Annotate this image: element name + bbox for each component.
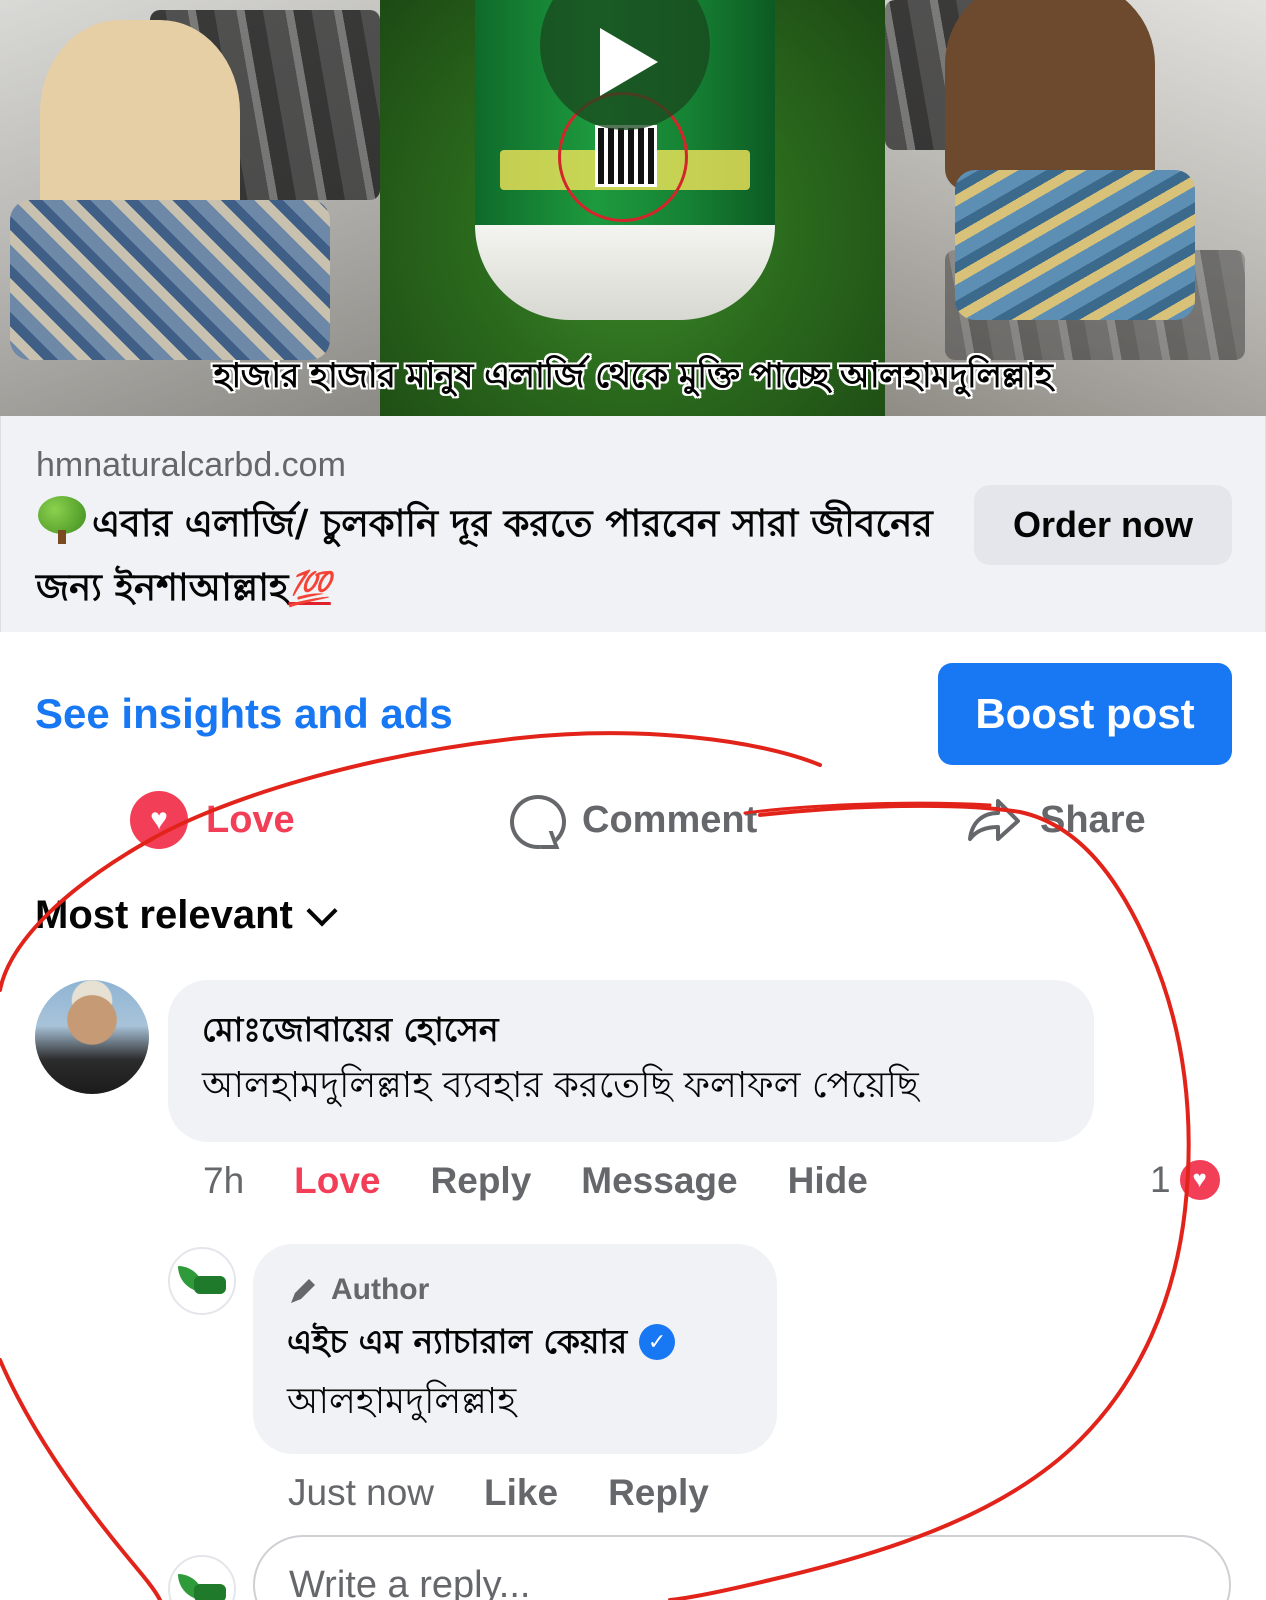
reply-text: আলহামদুলিল্লাহ (287, 1381, 517, 1422)
link-title: এবার এলার্জি/ চুলকানি দূর করতে পারবেন সা… (36, 492, 936, 621)
comment-timestamp[interactable]: 7h (203, 1160, 244, 1202)
share-arrow-icon (968, 799, 1020, 841)
comment-actions: 7h Love Reply Message Hide (203, 1160, 918, 1202)
author-badge: Author (287, 1268, 743, 1312)
post-video-thumbnail[interactable]: হাজার হাজার মানুষ এলার্জি থেকে মুক্তি পা… (0, 0, 1266, 416)
reply-actions: Just now Like Reply (288, 1472, 759, 1514)
heart-icon: ♥ (1176, 1157, 1223, 1203)
leaf-logo-icon (178, 1266, 226, 1296)
hundred-points-icon: 💯 (288, 569, 331, 609)
share-label: Share (1040, 798, 1146, 841)
comment-message-button[interactable]: Message (581, 1160, 737, 1202)
heart-icon: ♥ (130, 791, 188, 849)
comment-love-button[interactable]: Love (294, 1160, 380, 1202)
play-icon (600, 28, 658, 96)
comment-text: আলহামদুলিল্লাহ ব্যবহার করতেছি ফলাফল পেয়… (202, 1065, 919, 1106)
reply-bubble: Author এইচ এম ন্যাচারাল কেয়ার ✓ আলহামদু… (253, 1244, 777, 1454)
commenter-name[interactable]: মোঃজোবায়ের হোসেন (202, 1006, 1060, 1054)
comment-reply-button[interactable]: Reply (431, 1160, 532, 1202)
link-preview-card[interactable]: hmnaturalcarbd.com এবার এলার্জি/ চুলকানি… (0, 416, 1266, 632)
page-avatar[interactable] (168, 1247, 236, 1315)
composer-avatar (168, 1555, 236, 1600)
commenter-avatar[interactable] (35, 980, 149, 1094)
boost-post-button[interactable]: Boost post (938, 663, 1232, 765)
comment-label: Comment (582, 798, 758, 841)
see-insights-link[interactable]: See insights and ads (35, 690, 453, 738)
comment-button[interactable]: Comment (508, 790, 757, 850)
pencil-icon (291, 1279, 315, 1303)
reply-reply-button[interactable]: Reply (608, 1472, 709, 1514)
reply-input[interactable] (253, 1535, 1231, 1600)
reply-author-name[interactable]: এইচ এম ন্যাচারাল কেয়ার (287, 1312, 627, 1372)
share-button[interactable]: Share (964, 790, 1146, 850)
love-label: Love (206, 798, 295, 841)
comment-bubble-icon (508, 793, 566, 849)
link-domain: hmnaturalcarbd.com (36, 446, 346, 484)
love-reaction-button[interactable]: ♥ Love (130, 790, 295, 850)
chevron-down-icon (306, 894, 338, 927)
order-now-button[interactable]: Order now (974, 485, 1232, 565)
reaction-count: 1 (1150, 1159, 1171, 1200)
comment-sort-dropdown[interactable]: Most relevant (35, 893, 338, 938)
comment-bubble: মোঃজোবায়ের হোসেন আলহামদুলিল্লাহ ব্যবহার… (168, 980, 1094, 1142)
reply-timestamp[interactable]: Just now (288, 1472, 434, 1514)
reply-like-button[interactable]: Like (484, 1472, 558, 1514)
sort-label: Most relevant (35, 893, 293, 937)
verified-badge-icon: ✓ (639, 1324, 676, 1360)
comment-hide-button[interactable]: Hide (788, 1160, 868, 1202)
tree-icon (36, 496, 88, 544)
comment-reaction-summary[interactable]: 1 ♥ (1150, 1157, 1223, 1203)
video-caption: হাজার হাজার মানুষ এলার্জি থেকে মুক্তি পা… (213, 356, 1053, 396)
leaf-logo-icon (178, 1574, 226, 1600)
